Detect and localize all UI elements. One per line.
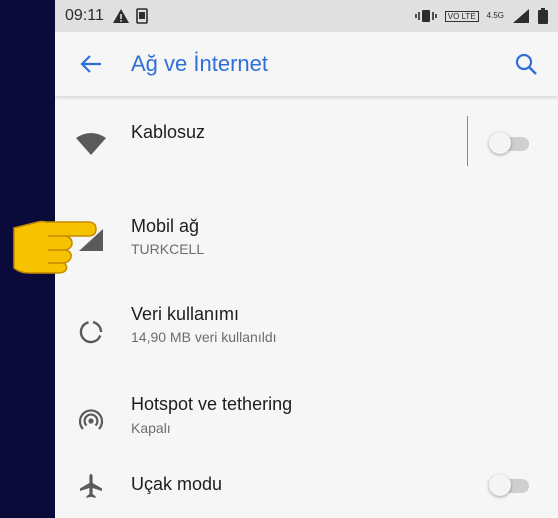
wifi-toggle[interactable]: [489, 132, 535, 154]
volte-badge: VO LTE: [444, 10, 479, 22]
vibrate-icon: [414, 10, 437, 22]
setting-title: Mobil ağ: [131, 216, 200, 236]
toggle-knob: [489, 132, 511, 154]
data-usage-icon: [75, 316, 107, 348]
airplane-toggle[interactable]: [489, 474, 535, 496]
status-system-icons: VO LTE 4.5G: [414, 8, 548, 24]
back-button[interactable]: [55, 32, 127, 96]
network-type: 4.5G: [486, 11, 504, 20]
divider: [467, 116, 468, 166]
search-button[interactable]: [494, 32, 558, 96]
setting-airplane-mode[interactable]: Uçak modu: [55, 462, 558, 518]
airplane-icon: [75, 470, 107, 502]
setting-mobile-network[interactable]: Mobil ağ TURKCELL: [55, 188, 558, 278]
pointing-hand-icon: [13, 220, 97, 274]
phone-screen: 09:11 VO LTE 4.5G Ağ ve İnternet Kablosu…: [55, 0, 558, 518]
battery-icon: [538, 8, 548, 24]
arrow-back-icon: [80, 55, 101, 73]
setting-title: Kablosuz: [131, 122, 206, 142]
setting-subtitle: Kapalı: [131, 420, 171, 436]
status-time: 09:11: [65, 7, 104, 24]
status-notification-icons: [112, 8, 148, 24]
setting-title: Uçak modu: [131, 474, 223, 494]
page-title: Ağ ve İnternet: [131, 51, 268, 76]
screenshot-icon: [136, 8, 148, 24]
setting-hotspot[interactable]: Hotspot ve tethering Kapalı: [55, 370, 558, 462]
settings-list: Kablosuz Mobil ağ TURKCELL Veri kullanım…: [55, 96, 558, 518]
setting-title: Hotspot ve tethering: [131, 394, 293, 414]
search-icon: [515, 53, 537, 75]
setting-subtitle: TURKCELL: [131, 241, 205, 257]
toggle-knob: [489, 474, 511, 496]
setting-subtitle: 14,90 MB veri kullanıldı: [131, 329, 277, 345]
status-bar: 09:11 VO LTE 4.5G: [55, 0, 558, 32]
warning-icon: [112, 9, 129, 23]
app-bar: Ağ ve İnternet: [55, 32, 558, 96]
wifi-icon: [75, 128, 107, 160]
setting-data-usage[interactable]: Veri kullanımı 14,90 MB veri kullanıldı: [55, 278, 558, 370]
signal-strength-icon: [513, 9, 529, 23]
setting-title: Veri kullanımı: [131, 304, 240, 324]
hotspot-icon: [75, 404, 107, 436]
setting-wifi[interactable]: Kablosuz: [55, 96, 558, 188]
